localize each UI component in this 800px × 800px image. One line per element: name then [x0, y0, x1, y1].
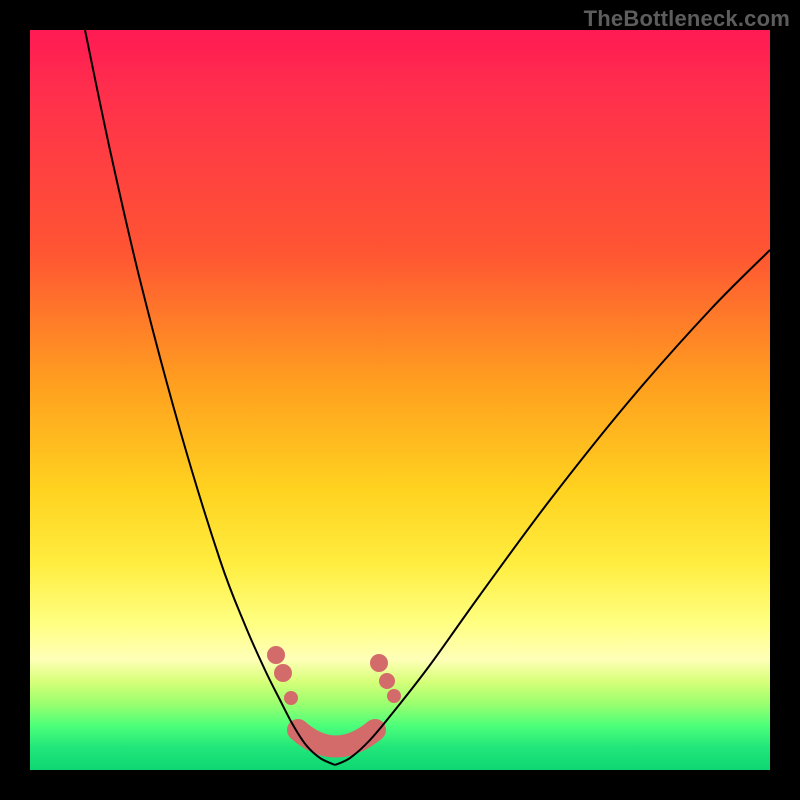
curve-left-branch: [85, 30, 335, 765]
marker-dot: [387, 689, 401, 703]
curve-right-branch: [335, 250, 770, 765]
marker-dot: [370, 654, 388, 672]
marker-dot: [284, 691, 298, 705]
marker-dot: [267, 646, 285, 664]
valley-marker-band: [298, 730, 375, 747]
marker-dot: [274, 664, 292, 682]
chart-plot-area: [30, 30, 770, 770]
chart-svg: [30, 30, 770, 770]
marker-dots: [267, 646, 401, 705]
marker-dot: [379, 673, 395, 689]
watermark-text: TheBottleneck.com: [584, 6, 790, 32]
